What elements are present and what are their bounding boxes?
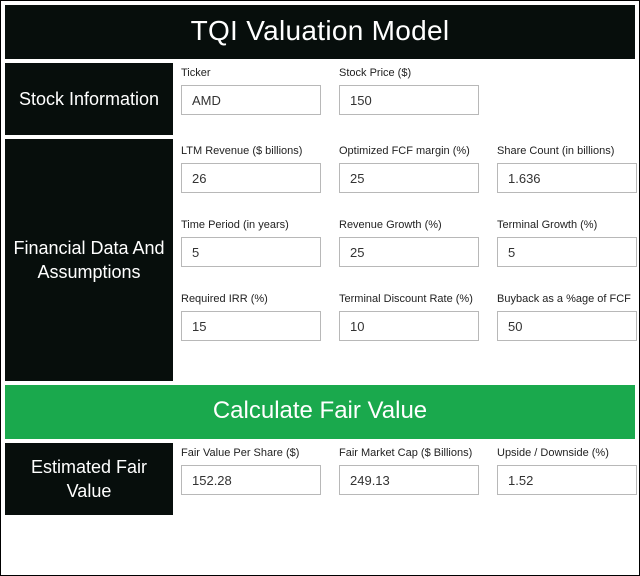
terminal-discount-input[interactable]: 10 bbox=[339, 311, 479, 341]
field-stock-price: Stock Price ($) 150 bbox=[339, 67, 479, 115]
field-label: Share Count (in billions) bbox=[497, 145, 637, 157]
field-fair-market-cap: Fair Market Cap ($ Billions) 249.13 bbox=[339, 447, 479, 495]
calculate-button[interactable]: Calculate Fair Value bbox=[5, 385, 635, 439]
share-count-input[interactable]: 1.636 bbox=[497, 163, 637, 193]
field-terminal-discount: Terminal Discount Rate (%) 10 bbox=[339, 293, 479, 341]
field-upside-downside: Upside / Downside (%) 1.52 bbox=[497, 447, 637, 495]
section-body-stock: Ticker AMD Stock Price ($) 150 bbox=[179, 63, 635, 135]
row: Time Period (in years) 5 Revenue Growth … bbox=[181, 219, 637, 267]
required-irr-input[interactable]: 15 bbox=[181, 311, 321, 341]
field-buyback-pct: Buyback as a %age of FCF 50 bbox=[497, 293, 637, 341]
field-label: Required IRR (%) bbox=[181, 293, 321, 305]
field-time-period: Time Period (in years) 5 bbox=[181, 219, 321, 267]
section-stock-info: Stock Information Ticker AMD Stock Price… bbox=[5, 63, 635, 135]
field-ltm-revenue: LTM Revenue ($ billions) 26 bbox=[181, 145, 321, 193]
page-title: TQI Valuation Model bbox=[5, 5, 635, 59]
field-label: LTM Revenue ($ billions) bbox=[181, 145, 321, 157]
field-label: Terminal Discount Rate (%) bbox=[339, 293, 479, 305]
field-required-irr: Required IRR (%) 15 bbox=[181, 293, 321, 341]
revenue-growth-input[interactable]: 25 bbox=[339, 237, 479, 267]
field-ticker: Ticker AMD bbox=[181, 67, 321, 115]
buyback-pct-input[interactable]: 50 bbox=[497, 311, 637, 341]
row: Fair Value Per Share ($) 152.28 Fair Mar… bbox=[181, 447, 637, 495]
section-label-stock: Stock Information bbox=[5, 63, 173, 135]
app-container: TQI Valuation Model Stock Information Ti… bbox=[0, 0, 640, 576]
section-financial: Financial Data And Assumptions LTM Reven… bbox=[5, 139, 635, 381]
fair-market-cap-output: 249.13 bbox=[339, 465, 479, 495]
field-label: Upside / Downside (%) bbox=[497, 447, 637, 459]
field-fair-value-share: Fair Value Per Share ($) 152.28 bbox=[181, 447, 321, 495]
row: Required IRR (%) 15 Terminal Discount Ra… bbox=[181, 293, 637, 341]
field-share-count: Share Count (in billions) 1.636 bbox=[497, 145, 637, 193]
field-label: Ticker bbox=[181, 67, 321, 79]
section-label-estimated: Estimated Fair Value bbox=[5, 443, 173, 515]
time-period-input[interactable]: 5 bbox=[181, 237, 321, 267]
section-label-financial: Financial Data And Assumptions bbox=[5, 139, 173, 381]
ticker-input[interactable]: AMD bbox=[181, 85, 321, 115]
field-label: Fair Value Per Share ($) bbox=[181, 447, 321, 459]
field-revenue-growth: Revenue Growth (%) 25 bbox=[339, 219, 479, 267]
field-label: Terminal Growth (%) bbox=[497, 219, 637, 231]
section-estimated: Estimated Fair Value Fair Value Per Shar… bbox=[5, 443, 635, 515]
row: LTM Revenue ($ billions) 26 Optimized FC… bbox=[181, 145, 637, 193]
field-label: Time Period (in years) bbox=[181, 219, 321, 231]
ltm-revenue-input[interactable]: 26 bbox=[181, 163, 321, 193]
fair-value-share-output: 152.28 bbox=[181, 465, 321, 495]
section-body-financial: LTM Revenue ($ billions) 26 Optimized FC… bbox=[179, 139, 639, 381]
upside-downside-output: 1.52 bbox=[497, 465, 637, 495]
fcf-margin-input[interactable]: 25 bbox=[339, 163, 479, 193]
field-label: Revenue Growth (%) bbox=[339, 219, 479, 231]
stock-price-input[interactable]: 150 bbox=[339, 85, 479, 115]
field-label: Buyback as a %age of FCF bbox=[497, 293, 637, 305]
section-body-estimated: Fair Value Per Share ($) 152.28 Fair Mar… bbox=[179, 443, 639, 515]
field-label: Fair Market Cap ($ Billions) bbox=[339, 447, 479, 459]
field-label: Stock Price ($) bbox=[339, 67, 479, 79]
field-label: Optimized FCF margin (%) bbox=[339, 145, 479, 157]
row: Ticker AMD Stock Price ($) 150 bbox=[181, 67, 633, 115]
field-fcf-margin: Optimized FCF margin (%) 25 bbox=[339, 145, 479, 193]
field-terminal-growth: Terminal Growth (%) 5 bbox=[497, 219, 637, 267]
terminal-growth-input[interactable]: 5 bbox=[497, 237, 637, 267]
